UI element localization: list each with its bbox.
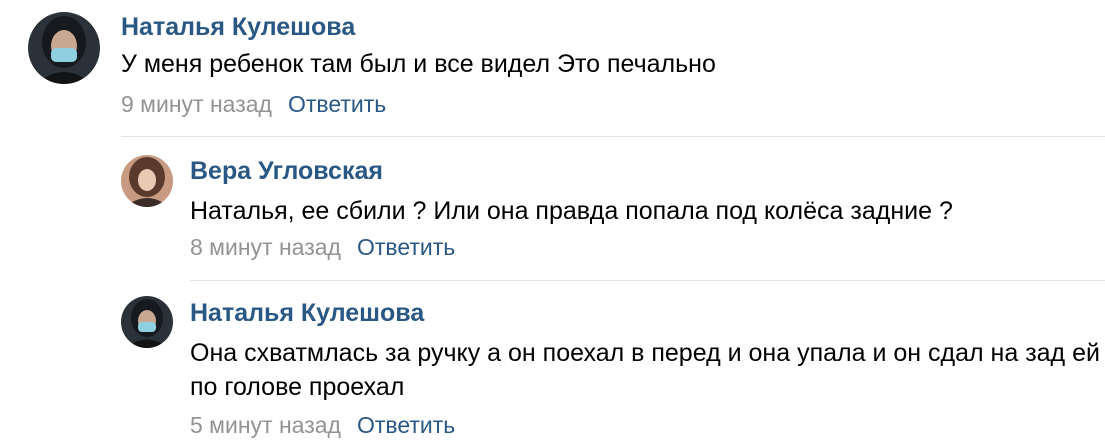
comment-author[interactable]: Наталья Кулешова — [190, 298, 424, 328]
comment-time[interactable]: 9 минут назад — [121, 91, 272, 117]
user-photo-icon — [121, 155, 173, 207]
comment-meta: 9 минут назад Ответить — [121, 90, 386, 118]
reply-button[interactable]: Ответить — [357, 412, 455, 438]
comment-author[interactable]: Наталья Кулешова — [121, 12, 355, 42]
avatar[interactable] — [121, 155, 173, 207]
avatar[interactable] — [121, 296, 173, 348]
avatar[interactable] — [28, 12, 100, 84]
reply-button[interactable]: Ответить — [357, 234, 455, 260]
comment-time[interactable]: 8 минут назад — [190, 234, 341, 260]
comment-text: У меня ребенок там был и все видел Это п… — [121, 50, 716, 78]
user-photo-icon — [28, 12, 100, 84]
divider — [190, 280, 1105, 281]
comment-meta: 8 минут назад Ответить — [190, 233, 455, 261]
comment-author[interactable]: Вера Угловская — [190, 156, 383, 186]
comment-text: Она схватмлась за ручку а он поехал в пе… — [190, 339, 1100, 401]
comment-time[interactable]: 5 минут назад — [190, 412, 341, 438]
comment-text: Наталья, ее сбили ? Или она правда попал… — [190, 197, 953, 225]
divider — [121, 136, 1105, 137]
comment-meta: 5 минут назад Ответить — [190, 411, 455, 439]
user-photo-icon — [121, 296, 173, 348]
reply-button[interactable]: Ответить — [288, 91, 386, 117]
